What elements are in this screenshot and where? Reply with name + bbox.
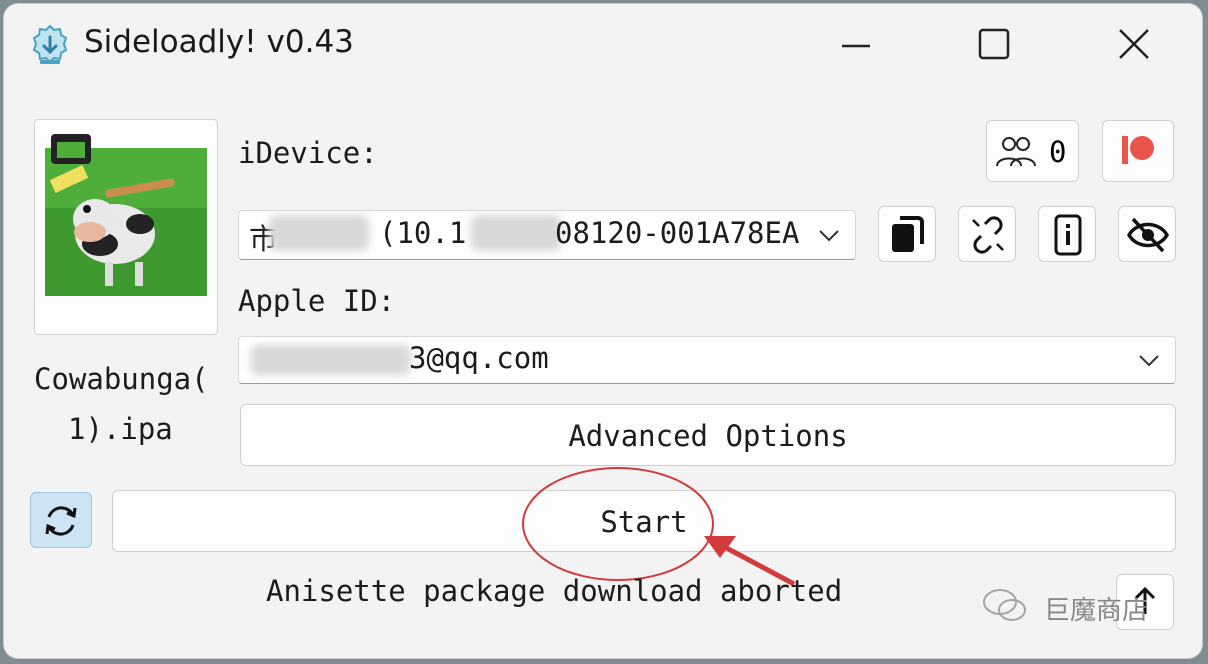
watermark-text: 巨魔商店: [1044, 596, 1149, 626]
chevron-down-icon: [819, 230, 839, 242]
refresh-button[interactable]: [30, 492, 92, 548]
apple-id-label: Apple ID:: [238, 284, 396, 318]
device-info-icon: [1054, 214, 1082, 256]
apple-id-select[interactable]: 3@qq.com: [238, 336, 1176, 384]
patreon-button[interactable]: [1102, 120, 1174, 182]
users-icon: [996, 137, 1036, 167]
chevron-down-icon: [1139, 355, 1159, 367]
users-button[interactable]: 0: [986, 120, 1079, 182]
status-text: Anisette package download aborted: [266, 574, 843, 608]
app-window: Sideloadly! v0.43 Cowabunga(1).ipa iDev…: [4, 4, 1202, 658]
unlink-button[interactable]: [958, 206, 1016, 262]
minimize-icon[interactable]: [836, 24, 876, 64]
title-bar: Sideloadly! v0.43: [4, 4, 1202, 90]
redaction-blur: [471, 215, 561, 251]
advanced-options-button[interactable]: Advanced Options: [240, 404, 1176, 466]
redaction-blur: [251, 345, 411, 375]
ipa-thumbnail-image: [45, 134, 207, 296]
hide-eye-icon: [1127, 217, 1169, 253]
refresh-icon: [45, 506, 77, 536]
device-info-button[interactable]: [1038, 206, 1096, 262]
idevice-value-mid: (10.1: [379, 216, 467, 250]
users-count: 0: [1049, 135, 1067, 169]
copy-button[interactable]: [878, 206, 936, 262]
apple-id-value: 3@qq.com: [409, 341, 549, 375]
unlink-icon: [972, 216, 1004, 254]
copy-icon: [892, 216, 924, 252]
hide-device-button[interactable]: [1118, 206, 1176, 262]
window-title: Sideloadly! v0.43: [84, 24, 354, 60]
close-icon[interactable]: [1114, 24, 1154, 64]
redaction-blur: [269, 215, 369, 251]
idevice-select[interactable]: 市 (10.1 08120-001A78EA: [238, 210, 856, 260]
idevice-value-suffix: 08120-001A78EA: [555, 216, 800, 250]
maximize-icon[interactable]: [974, 24, 1014, 64]
idevice-label: iDevice:: [238, 136, 378, 170]
app-logo-icon: [32, 24, 68, 64]
ipa-drop-zone[interactable]: [34, 119, 218, 335]
ipa-filename-line1: Cowabunga(: [34, 362, 209, 396]
ipa-filename-line2: 1).ipa: [68, 412, 173, 446]
patreon-icon: [1122, 136, 1154, 164]
wechat-icon: [983, 589, 1026, 621]
